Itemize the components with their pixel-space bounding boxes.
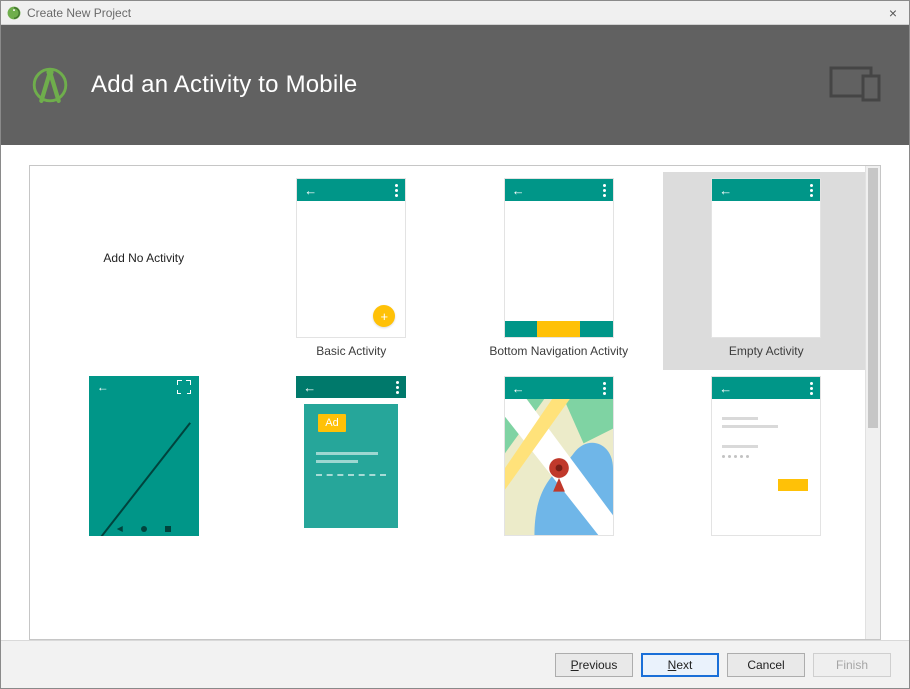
overflow-icon <box>603 382 606 395</box>
overflow-icon <box>395 184 398 197</box>
basic-activity-thumb: ← + <box>296 178 406 338</box>
activity-label: Bottom Navigation Activity <box>489 344 628 360</box>
admob-activity-thumb: ← Ad <box>296 376 406 536</box>
activity-option-login[interactable]: ← <box>663 370 871 568</box>
window-titlebar: Create New Project × <box>1 1 909 25</box>
overflow-icon <box>810 382 813 395</box>
back-arrow-icon: ← <box>97 380 109 394</box>
form-factor-icon <box>829 64 883 107</box>
ad-badge: Ad <box>318 414 345 432</box>
wizard-content: Add No Activity ← + Basic Activity <box>1 145 909 640</box>
overflow-icon <box>603 184 606 197</box>
overflow-icon <box>810 184 813 197</box>
back-arrow-icon: ← <box>304 184 317 197</box>
finish-button[interactable]: Finish <box>813 653 891 677</box>
cancel-button[interactable]: Cancel <box>727 653 805 677</box>
wizard-footer: Previous Next Cancel Finish <box>1 640 909 688</box>
login-activity-thumb: ← <box>711 376 821 536</box>
activity-gallery: Add No Activity ← + Basic Activity <box>29 165 881 640</box>
bottom-nav-thumb: ← <box>504 178 614 338</box>
activity-label: Basic Activity <box>316 344 386 360</box>
activity-option-fullscreen[interactable]: ← <box>40 370 248 568</box>
wizard-title: Add an Activity to Mobile <box>91 71 357 99</box>
activity-option-bottom-nav[interactable]: ← Bottom Navigation Activity <box>455 172 663 370</box>
back-arrow-icon: ← <box>512 184 525 197</box>
activity-label: Empty Activity <box>729 344 804 360</box>
window-close-button[interactable]: × <box>883 5 903 21</box>
next-button[interactable]: Next <box>641 653 719 677</box>
activity-option-empty[interactable]: ← Empty Activity <box>663 172 871 370</box>
back-arrow-icon: ← <box>512 382 525 395</box>
login-button-icon <box>778 479 808 491</box>
overflow-icon <box>396 381 399 394</box>
no-activity-label: Add No Activity <box>103 178 184 338</box>
vertical-scrollbar[interactable] <box>865 166 880 639</box>
activity-option-basic[interactable]: ← + Basic Activity <box>248 172 456 370</box>
activity-option-admob[interactable]: ← Ad <box>248 370 456 568</box>
android-studio-icon <box>7 6 21 20</box>
expand-icon <box>177 380 191 394</box>
back-arrow-icon: ← <box>719 382 732 395</box>
maps-activity-thumb: ← <box>504 376 614 536</box>
scrollbar-thumb[interactable] <box>868 168 878 428</box>
back-arrow-icon: ← <box>719 184 732 197</box>
android-studio-logo-icon <box>27 62 73 108</box>
activity-option-none[interactable]: Add No Activity <box>40 172 248 370</box>
previous-button[interactable]: Previous <box>555 653 633 677</box>
map-icon <box>505 399 613 535</box>
empty-activity-thumb: ← <box>711 178 821 338</box>
window-title: Create New Project <box>27 6 131 20</box>
fullscreen-activity-thumb: ← <box>89 376 199 536</box>
bottom-nav-bar-icon <box>505 321 613 337</box>
system-nav-icon <box>89 526 199 532</box>
activity-option-maps[interactable]: ← <box>455 370 663 568</box>
wizard-header: Add an Activity to Mobile <box>1 25 909 145</box>
back-arrow-icon: ← <box>303 381 316 394</box>
fab-icon: + <box>373 305 395 327</box>
